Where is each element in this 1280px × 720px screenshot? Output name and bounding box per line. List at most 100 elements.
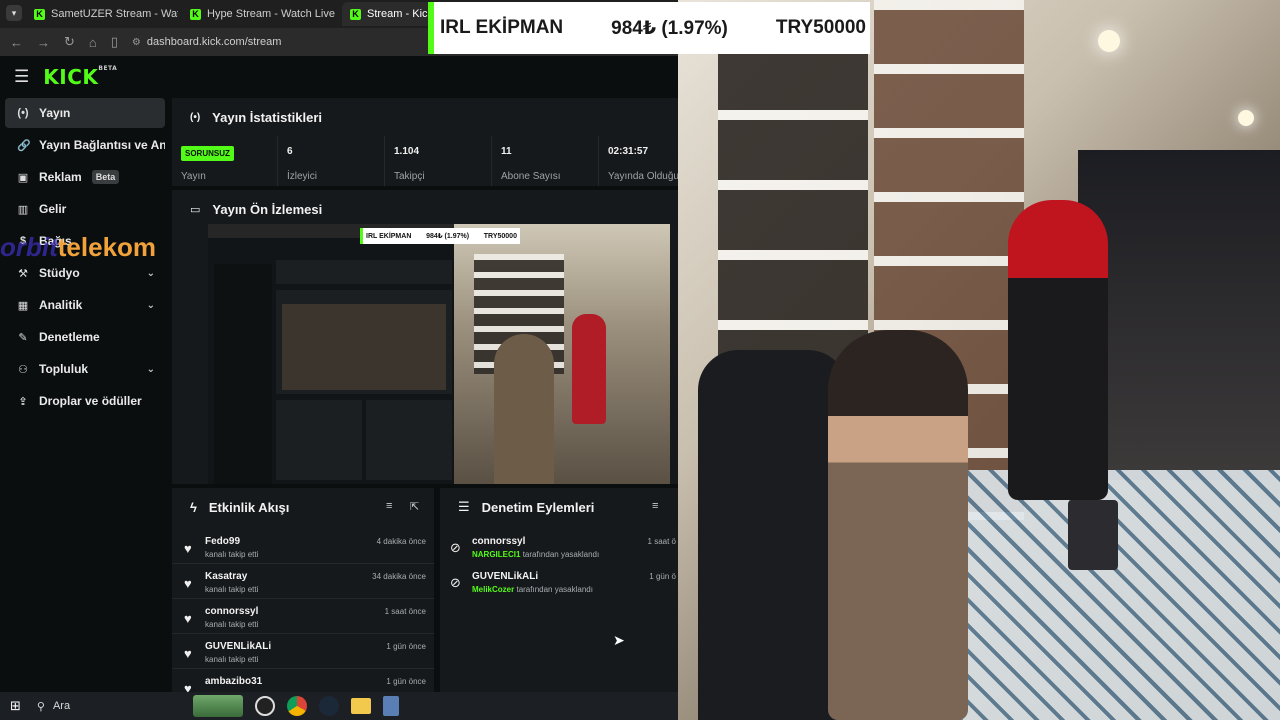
url-field[interactable]: dashboard.kick.com/stream bbox=[147, 36, 282, 48]
tab-title: Hype Stream - Watch Live o bbox=[207, 8, 338, 20]
back-icon[interactable]: ← bbox=[10, 35, 23, 50]
activity-username[interactable]: GUVENLikALi bbox=[205, 641, 271, 652]
site-info-icon[interactable]: ⚙ bbox=[132, 37, 141, 48]
live-camera-video bbox=[678, 0, 1280, 720]
sidebar-item-denetleme[interactable]: ✎ Denetleme bbox=[5, 322, 165, 352]
moderation-time: 1 saat ö bbox=[647, 537, 676, 546]
banned-username[interactable]: connorssyl bbox=[472, 536, 525, 547]
logo-text: KICK bbox=[43, 65, 99, 89]
chevron-down-icon: ⌄ bbox=[146, 299, 155, 311]
sidebar-item-gelir[interactable]: ▥ Gelir bbox=[5, 194, 165, 224]
preview-moderation bbox=[366, 400, 452, 480]
activity-action: kanalı takip etti bbox=[205, 550, 259, 559]
banned-username[interactable]: GUVENLikALi bbox=[472, 571, 538, 582]
sidebar-item-droplar[interactable]: ⇪ Droplar ve ödüller bbox=[5, 386, 165, 416]
forward-icon[interactable]: → bbox=[37, 35, 50, 50]
stat-value: 6 bbox=[287, 146, 293, 157]
stat-label: Takipçi bbox=[394, 171, 425, 182]
activity-username[interactable]: ambazibo31 bbox=[205, 676, 262, 687]
preview-inner-video bbox=[282, 304, 446, 390]
filter-icon[interactable]: ≡ bbox=[652, 500, 658, 512]
popout-icon[interactable]: ⇱ bbox=[410, 500, 419, 513]
sidebar-item-topluluk[interactable]: ⚇ Topluluk ⌄ bbox=[5, 354, 165, 384]
sidebar-item-analitik[interactable]: ▦ Analitik ⌄ bbox=[5, 290, 165, 320]
kick-logo[interactable]: KICKBETA bbox=[43, 65, 117, 89]
broadcast-icon: (•) bbox=[17, 107, 29, 119]
status-badge: SORUNSUZ bbox=[181, 146, 234, 161]
preview-ticker-title: IRL EKİPMAN bbox=[366, 232, 412, 240]
reload-icon[interactable]: ↻ bbox=[64, 34, 75, 50]
list-item: ♥ Kasatray kanalı takip etti 34 dakika ö… bbox=[172, 565, 434, 599]
moderation-detail: MelikCozer tarafından yasaklandı bbox=[472, 585, 593, 594]
list-item: ♥ GUVENLikALi kanalı takip etti 1 gün ön… bbox=[172, 635, 434, 669]
obs-icon[interactable] bbox=[254, 696, 275, 716]
studio-icon: ⚒ bbox=[18, 267, 28, 280]
browser-tab[interactable]: K Hype Stream - Watch Live o ✕ bbox=[182, 2, 338, 26]
browser-tab[interactable]: K SametUZER Stream - Watch Live ✕ bbox=[26, 2, 178, 26]
activity-username[interactable]: Kasatray bbox=[205, 571, 247, 582]
drops-icon: ⇪ bbox=[18, 395, 28, 408]
activity-title: Etkinlik Akışı bbox=[208, 499, 290, 515]
preview-dashboard-capture bbox=[208, 224, 454, 484]
preview-ticker-value: 984₺ (1.97%) bbox=[426, 233, 470, 240]
chrome-icon[interactable] bbox=[286, 696, 307, 716]
stat-value: 11 bbox=[501, 146, 512, 157]
taskbar-search[interactable]: ⚲ Ara bbox=[31, 695, 181, 717]
moderation-panel: ☰ Denetim Eylemleri ≡ ⊘ connorssyl NARGI… bbox=[440, 488, 678, 692]
ticker-title: IRL EKİPMAN bbox=[440, 17, 564, 38]
stat-duration: 02:31:57 Yayında Olduğu Süre bbox=[599, 136, 678, 186]
tab-title: SametUZER Stream - Watch Live bbox=[51, 8, 178, 20]
sidebar-item-yayin[interactable]: (•) Yayın bbox=[5, 98, 165, 128]
ban-icon: ⊘ bbox=[450, 540, 461, 555]
heart-icon: ♥ bbox=[184, 541, 192, 556]
stat-followers: 1.104 Takipçi bbox=[385, 136, 492, 186]
link-icon: 🔗 bbox=[17, 139, 31, 152]
steam-icon[interactable] bbox=[318, 696, 339, 716]
sidebar-item-stream-key[interactable]: 🔗 Yayın Bağlantısı ve Anahtarı bbox=[5, 130, 165, 160]
moderator-name[interactable]: NARGILECI1 bbox=[472, 550, 520, 559]
sidebar: (•) Yayın 🔗 Yayın Bağlantısı ve Anahtarı… bbox=[0, 98, 170, 692]
moderation-title: Denetim Eylemleri bbox=[481, 499, 595, 515]
taskbar-widget-icon[interactable] bbox=[192, 695, 243, 717]
preview-sidebar bbox=[214, 264, 272, 484]
shop-window bbox=[1078, 150, 1280, 480]
file-explorer-icon[interactable] bbox=[350, 698, 371, 714]
stats-header: (•) Yayın İstatistikleri bbox=[172, 98, 322, 136]
streamer-person bbox=[828, 330, 968, 720]
heart-icon: ♥ bbox=[184, 576, 192, 591]
stats-row: SORUNSUZ Yayın 6 İzleyici 1.104 Takipçi … bbox=[172, 136, 678, 186]
preview-ticker: IRL EKİPMAN 984₺ (1.97%) TRY50000 bbox=[360, 228, 520, 244]
sidebar-item-label: Yayın Bağlantısı ve Anahtarı bbox=[39, 138, 165, 152]
split-view-icon[interactable]: ▯ bbox=[111, 34, 118, 50]
menu-icon[interactable]: ☰ bbox=[14, 67, 29, 87]
moderator-name[interactable]: MelikCozer bbox=[472, 585, 514, 594]
home-icon[interactable]: ⌂ bbox=[89, 35, 97, 50]
activity-username[interactable]: Fedo99 bbox=[205, 536, 240, 547]
preview-shop-scene bbox=[454, 224, 670, 484]
moderation-detail: NARGILECI1 tarafından yasaklandı bbox=[472, 550, 599, 559]
sidebar-item-reklam[interactable]: ▣ Reklam Beta bbox=[5, 162, 165, 192]
activity-header: ϟ Etkinlik Akışı bbox=[172, 488, 289, 526]
cash-register bbox=[1068, 500, 1118, 570]
tab-list-chevron-icon[interactable]: ▾ bbox=[6, 5, 22, 21]
windows-start-icon[interactable]: ⊞ bbox=[10, 698, 21, 714]
activity-action: kanalı takip etti bbox=[205, 620, 259, 629]
list-icon: ☰ bbox=[458, 499, 470, 514]
stream-preview-video[interactable]: IRL EKİPMAN 984₺ (1.97%) TRY50000 bbox=[208, 224, 670, 484]
ad-icon: ▣ bbox=[17, 171, 29, 184]
filter-icon[interactable]: ≡ bbox=[386, 500, 392, 512]
activity-username[interactable]: connorssyl bbox=[205, 606, 258, 617]
browser-tab-active[interactable]: K Stream - Kick Das bbox=[342, 2, 432, 26]
kick-favicon-icon: K bbox=[34, 8, 45, 20]
preview-person bbox=[494, 334, 554, 484]
stat-subscribers: 11 Abone Sayısı bbox=[492, 136, 599, 186]
heart-icon: ♥ bbox=[184, 681, 192, 692]
search-label: Ara bbox=[52, 700, 71, 712]
search-icon: ⚲ bbox=[36, 700, 45, 713]
calculator-icon[interactable] bbox=[382, 696, 399, 716]
revenue-icon: ▥ bbox=[17, 203, 29, 216]
preview-rider bbox=[572, 314, 606, 424]
stream-stats-panel: (•) Yayın İstatistikleri SORUNSUZ Yayın … bbox=[172, 98, 678, 186]
activity-action: kanalı takip etti bbox=[205, 585, 259, 594]
sidebar-item-label: Stüdyo bbox=[39, 266, 80, 280]
